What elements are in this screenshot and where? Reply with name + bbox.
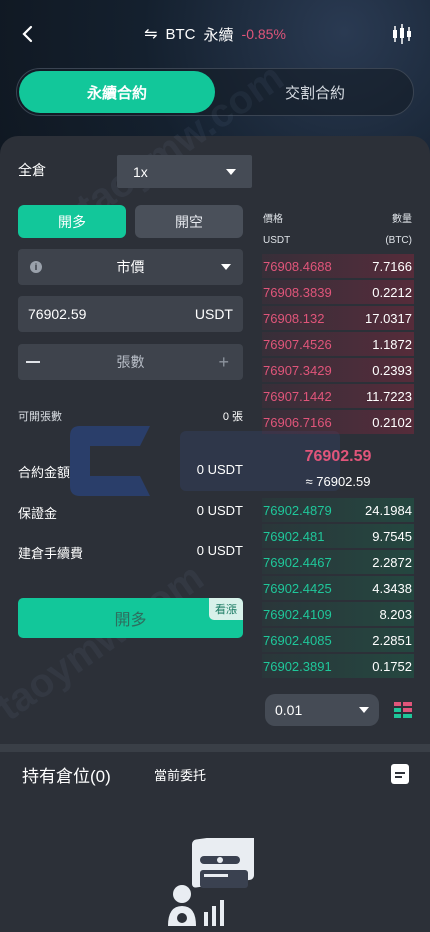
bullish-tag: 看漲 — [209, 598, 243, 620]
bid-row[interactable]: 76902.4085 2.2851 — [262, 628, 414, 652]
ask-row[interactable]: 76908.4688 7.7166 — [262, 254, 414, 278]
last-price: 76902.59 — [304, 448, 372, 465]
positions-tab[interactable]: 持有倉位(0) — [22, 762, 111, 787]
ask-row[interactable]: 76907.4526 1.1872 — [262, 332, 414, 356]
last-price-approx: ≈ 76902.59 — [305, 474, 371, 489]
ask-qty: 1.1872 — [372, 336, 412, 352]
fee-label: 建倉手續費 — [18, 546, 84, 561]
open-short-tab[interactable]: 開空 — [135, 205, 243, 238]
depth-select[interactable]: 0.01 — [265, 694, 379, 726]
back-button[interactable] — [14, 20, 42, 48]
ask-row[interactable]: 76908.3839 0.2212 — [262, 280, 414, 304]
current-orders-tab[interactable]: 當前委托 — [154, 765, 206, 784]
available-value: 0 張 — [222, 411, 243, 423]
bid-qty: 0.1752 — [372, 658, 412, 674]
bid-qty: 9.7545 — [372, 528, 412, 544]
bid-row[interactable]: 76902.481 9.7545 — [262, 524, 414, 548]
price-header: 價格 — [263, 214, 283, 225]
qty-header: 數量 — [392, 214, 412, 225]
quantity-stepper[interactable]: 張數 + — [18, 344, 243, 380]
margin-label: 保證金 — [18, 506, 58, 521]
open-long-button-label: 開多 — [114, 612, 147, 629]
bid-row[interactable]: 76902.4425 4.3438 — [262, 576, 414, 600]
section-divider — [0, 744, 430, 752]
bid-price: 76902.481 — [263, 528, 325, 544]
contract-amount-value: 0 USDT — [196, 462, 243, 477]
bid-price: 76902.4109 — [263, 606, 332, 622]
ask-price: 76907.3429 — [263, 362, 332, 378]
open-long-button[interactable]: 開多 看漲 — [18, 598, 243, 638]
ask-qty: 11.7223 — [365, 388, 412, 404]
ask-price: 76908.132 — [263, 310, 325, 326]
bid-row[interactable]: 76902.4467 2.2872 — [262, 550, 414, 574]
candlestick-chart-button[interactable] — [390, 22, 414, 46]
bid-qty: 2.2872 — [372, 554, 412, 570]
plus-icon[interactable]: + — [218, 353, 229, 371]
bid-price: 76902.4467 — [263, 554, 332, 570]
price-value: 76902.59 — [28, 306, 87, 322]
bid-qty: 4.3438 — [372, 580, 412, 596]
quantity-placeholder: 張數 — [116, 354, 145, 370]
caret-down-icon — [359, 707, 369, 713]
ask-row[interactable]: 76906.7166 0.2102 — [262, 410, 414, 434]
price-unit-header: USDT — [263, 235, 291, 246]
tab-delivery[interactable]: 交割合約 — [217, 69, 413, 115]
price-input[interactable]: 76902.59 USDT — [18, 296, 243, 332]
ask-qty: 0.2393 — [372, 362, 412, 378]
pair-selector[interactable]: ⇋ BTC 永續 -0.85% — [144, 24, 286, 45]
ask-price: 76908.3839 — [263, 284, 332, 300]
ask-price: 76907.4526 — [263, 336, 332, 352]
fee-value: 0 USDT — [196, 543, 243, 558]
ask-row[interactable]: 76907.3429 0.2393 — [262, 358, 414, 382]
caret-down-icon — [226, 168, 236, 175]
contract-tabs: 永續合約 交割合約 — [16, 68, 414, 116]
candlestick-icon — [393, 24, 411, 44]
ask-row[interactable]: 76908.132 17.0317 — [262, 306, 414, 330]
bid-qty: 24.1984 — [365, 502, 412, 518]
minus-icon[interactable] — [26, 361, 40, 363]
header: ⇋ BTC 永續 -0.85% — [0, 14, 430, 54]
bid-price: 76902.4085 — [263, 632, 332, 648]
ask-qty: 0.2212 — [372, 284, 412, 300]
price-change: -0.85% — [241, 26, 286, 42]
bid-row[interactable]: 76902.4879 24.1984 — [262, 498, 414, 522]
order-type-value: 市價 — [116, 259, 145, 275]
leverage-select[interactable]: 1x — [117, 155, 252, 188]
ask-qty: 0.2102 — [372, 414, 412, 430]
bid-price: 76902.4879 — [263, 502, 332, 518]
tab-perpetual[interactable]: 永續合約 — [19, 71, 215, 113]
caret-down-icon — [221, 264, 231, 270]
ask-price: 76908.4688 — [263, 258, 332, 274]
qty-unit-header: (BTC) — [385, 235, 412, 246]
contract-amount-label: 合約金額 — [18, 465, 71, 480]
margin-value: 0 USDT — [196, 503, 243, 518]
margin-mode-label[interactable]: 全倉 — [18, 160, 46, 180]
bid-qty: 2.2851 — [372, 632, 412, 648]
bid-row[interactable]: 76902.3891 0.1752 — [262, 654, 414, 678]
info-icon[interactable]: i — [30, 261, 42, 273]
bid-price: 76902.4425 — [263, 580, 332, 596]
ask-price: 76906.7166 — [263, 414, 332, 430]
leverage-value: 1x — [133, 163, 148, 180]
chevron-left-icon — [22, 25, 33, 43]
bid-qty: 8.203 — [379, 606, 412, 622]
ask-qty: 7.7166 — [372, 258, 412, 274]
empty-positions-illustration — [168, 838, 254, 926]
order-type-select[interactable]: i 市價 — [18, 249, 243, 285]
price-unit: USDT — [194, 306, 233, 322]
ask-price: 76907.1442 — [263, 388, 332, 404]
ask-qty: 17.0317 — [365, 310, 412, 326]
available-label: 可開張數 — [18, 411, 62, 423]
orderbook-layout-icon[interactable] — [394, 701, 412, 719]
contract-type: 永續 — [203, 26, 234, 44]
ask-row[interactable]: 76907.1442 11.7223 — [262, 384, 414, 408]
depth-value: 0.01 — [275, 702, 303, 718]
document-icon[interactable] — [389, 763, 411, 785]
open-long-tab[interactable]: 開多 — [18, 205, 126, 238]
bid-price: 76902.3891 — [263, 658, 332, 674]
bid-row[interactable]: 76902.4109 8.203 — [262, 602, 414, 626]
swap-icon: ⇋ — [144, 26, 158, 43]
pair-symbol: BTC — [165, 25, 196, 43]
